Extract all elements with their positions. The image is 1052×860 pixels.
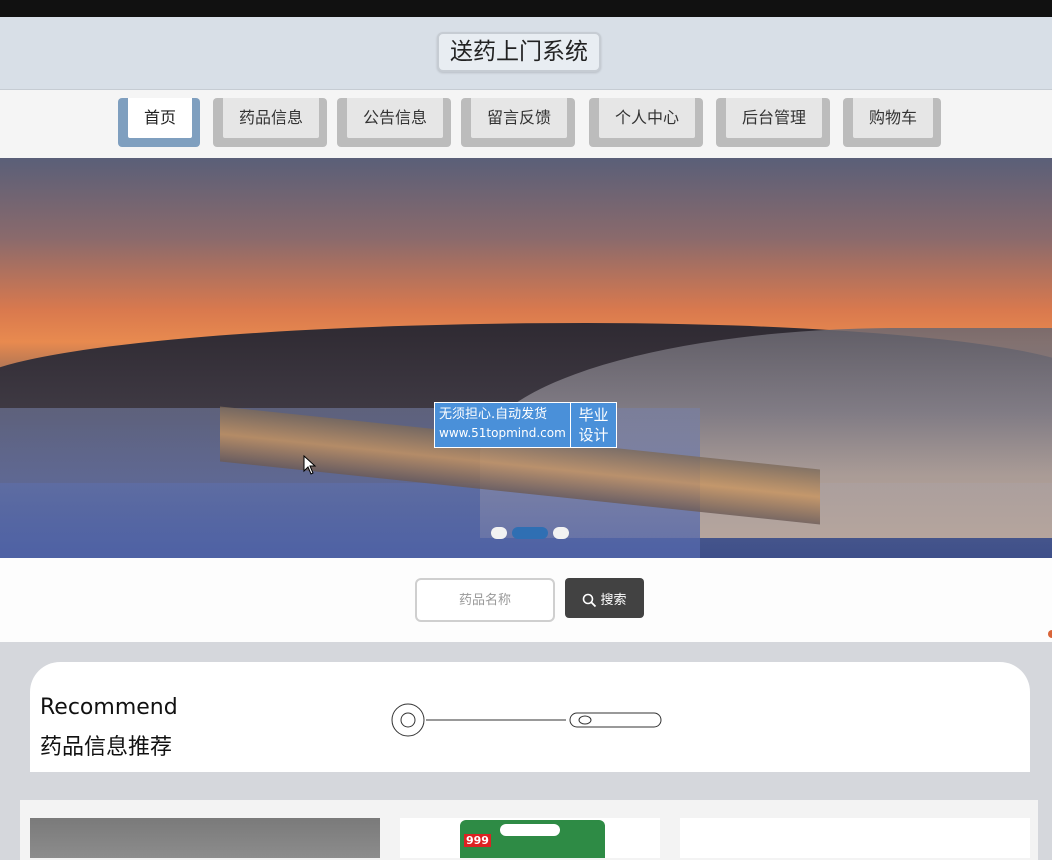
nav-item-admin[interactable]: 后台管理 — [716, 98, 830, 147]
search-button-label: 搜索 — [600, 592, 627, 608]
watermark-text: 无须担心.自动发货 www.51topmind.com — [439, 406, 566, 442]
carousel-dot-3[interactable] — [553, 527, 569, 539]
product-package-stripe — [500, 824, 560, 836]
mouse-cursor-icon — [303, 455, 317, 475]
search-bar: 搜索 — [0, 558, 1052, 642]
decorative-divider-icon — [391, 703, 662, 737]
header: 送药上门系统 — [0, 17, 1052, 90]
nav-item-profile[interactable]: 个人中心 — [589, 98, 703, 147]
watermark-line2: www.51topmind.com — [439, 426, 566, 440]
window-top-strip — [0, 0, 1052, 17]
recommend-section-header: Recommend 药品信息推荐 — [30, 662, 1030, 772]
product-card-3[interactable] — [680, 818, 1030, 858]
nav-item-label: 首页 — [128, 98, 192, 138]
watermark-tag-line2: 设计 — [578, 426, 609, 444]
watermark-tag: 毕业 设计 — [570, 403, 616, 447]
nav-item-home[interactable]: 首页 — [118, 98, 200, 147]
nav-item-label: 公告信息 — [347, 98, 443, 138]
hero-carousel[interactable]: 无须担心.自动发货 www.51topmind.com 毕业 设计 — [0, 158, 1052, 558]
nav-item-label: 购物车 — [853, 98, 933, 138]
nav-item-label: 个人中心 — [599, 98, 695, 138]
search-icon — [583, 593, 597, 607]
carousel-indicators — [487, 525, 572, 541]
recommend-title-cn: 药品信息推荐 — [40, 735, 173, 760]
nav-item-feedback[interactable]: 留言反馈 — [461, 98, 575, 147]
watermark-badge: 无须担心.自动发货 www.51topmind.com 毕业 设计 — [434, 402, 617, 448]
carousel-dot-1[interactable] — [491, 527, 507, 539]
product-card-2[interactable]: 999 — [400, 818, 660, 858]
main-nav: 首页 药品信息 公告信息 留言反馈 个人中心 后台管理 购物车 — [0, 90, 1052, 158]
recommend-title-en: Recommend — [40, 695, 178, 720]
nav-item-announcements[interactable]: 公告信息 — [337, 98, 451, 147]
nav-item-label: 后台管理 — [726, 98, 822, 138]
product-brand-label: 999 — [464, 834, 491, 847]
nav-item-label: 药品信息 — [223, 98, 319, 138]
search-input[interactable] — [415, 578, 555, 622]
product-image: 999 — [460, 820, 605, 858]
nav-item-medicine-info[interactable]: 药品信息 — [213, 98, 327, 147]
nav-item-cart[interactable]: 购物车 — [843, 98, 941, 147]
side-marker — [1048, 630, 1052, 638]
product-card-1[interactable] — [30, 818, 380, 858]
site-title: 送药上门系统 — [437, 32, 601, 72]
carousel-dot-2[interactable] — [512, 527, 548, 539]
search-button[interactable]: 搜索 — [565, 578, 644, 618]
watermark-tag-line1: 毕业 — [578, 406, 609, 424]
watermark-line1: 无须担心.自动发货 — [439, 407, 548, 422]
nav-item-label: 留言反馈 — [471, 98, 567, 138]
